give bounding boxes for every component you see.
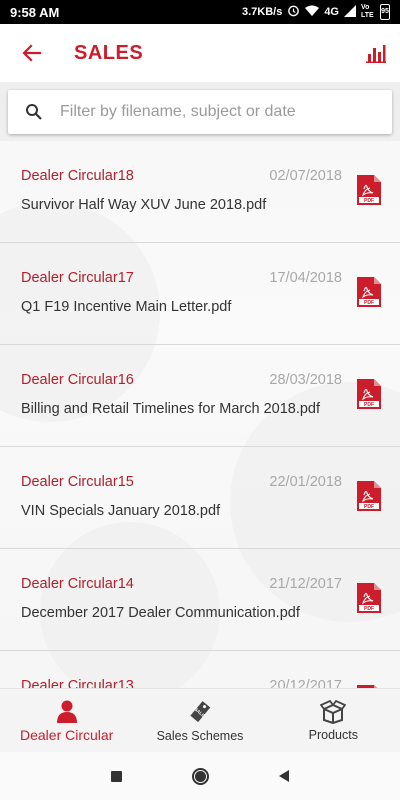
circular-filename: Billing and Retail Timelines for March 2… [21,401,321,417]
pdf-badge-text: PDF [364,504,374,510]
reports-button[interactable] [362,39,390,67]
battery-level: 95 [381,8,389,15]
search-icon[interactable] [8,103,60,121]
pdf-badge-text: PDF [364,606,374,612]
circular-filename: Survivor Half Way XUV June 2018.pdf [21,197,267,213]
box-icon [320,699,347,724]
nav-label-sales-schemes: Sales Schemes [156,728,244,743]
pdf-icon[interactable]: PDF [357,583,381,613]
circular-filename: VIN Specials January 2018.pdf [21,503,221,519]
alarm-icon [287,4,300,20]
search-input[interactable] [60,103,360,121]
circular-date: 28/03/2018 [269,372,342,388]
circular-title: Dealer Circular16 [21,372,134,388]
sale-tag-icon: SALE [190,700,211,722]
home-button[interactable] [192,767,209,785]
circular-date: 21/12/2017 [269,576,342,592]
content-area: Dealer Circular18 02/07/2018Survivor Half… [0,82,400,688]
pdf-badge-text: PDF [364,198,374,204]
bar-chart-icon [366,45,386,63]
circular-list: Dealer Circular18 02/07/2018 Survivor Half… [0,141,400,688]
system-navigation-bar [0,752,400,800]
circular-title: Dealer Circular18 [21,168,134,184]
list-item[interactable]: Dealer Circular16 28/03/2018 Billing and R… [0,345,400,447]
pdf-icon[interactable]: PDF [357,481,381,511]
nav-sales-schemes[interactable]: SALE Sales Schemes [133,689,266,752]
volte-label: Vo LTE [361,4,374,19]
list-item[interactable]: Dealer Circular14 21/12/2017 December 2017… [0,549,400,651]
nav-label-products: Products [308,727,358,742]
circular-title: Dealer Circular15 [21,474,134,490]
bottom-navigation: Dealer Circular SALE Sales Schemes Produ… [0,688,400,752]
circular-date: 20/12/2017 [269,678,342,688]
status-time: 9:58 AM [10,4,60,20]
wifi-icon [305,5,320,20]
list-item[interactable]: Dealer Circular17 17/04/2018 Q1 F19 Incent… [0,243,400,345]
person-icon [56,700,77,723]
list-item[interactable]: Dealer Circular18 02/07/2018 Survivor Half… [0,141,400,243]
home-dot [195,770,206,782]
page-title: SALES [74,41,144,64]
nav-dealer-circular[interactable]: Dealer Circular [0,689,133,752]
pdf-icon[interactable]: PDF [357,175,381,205]
circular-date: 02/07/2018 [269,168,342,184]
pdf-badge-text: PDF [364,300,374,306]
circular-title: Dealer Circular17 [21,270,134,286]
list-item[interactable]: Dealer Circular1320/12/2017PDF [0,651,400,688]
back-nav-button[interactable] [279,770,289,782]
circular-title: Dealer Circular14 [21,576,134,592]
list-item[interactable]: Dealer Circular15 22/01/2018 VIN Specials … [0,447,400,549]
back-button[interactable] [0,24,64,82]
back-arrow-icon [22,44,42,62]
circular-filename: December 2017 Dealer Communication.pdf [21,605,300,621]
status-bar: 9:58 AM 3.7KB/s 4G Vo LTE 95 [0,0,400,24]
pdf-badge-text: PDF [364,402,374,408]
circular-date: 17/04/2018 [269,270,342,286]
nav-products[interactable]: Products [267,689,400,752]
pdf-icon[interactable]: PDF [357,277,381,307]
status-icons: 3.7KB/s 4G Vo LTE 95 [242,4,390,20]
circular-date: 22/01/2018 [269,474,342,490]
battery-icon: 95 [380,4,390,20]
nav-label-dealer-circular: Dealer Circular [19,726,114,743]
circular-title: Dealer Circular13 [21,678,134,688]
signal-icon [344,4,356,20]
recents-button[interactable] [111,770,122,782]
app-bar: SALES [0,24,400,82]
network-type: 4G [324,6,339,18]
circular-filename: Q1 F19 Incentive Main Letter.pdf [21,299,232,315]
pdf-icon[interactable]: PDF [357,379,381,409]
search-bar [8,90,392,134]
network-speed: 3.7KB/s [241,6,283,18]
